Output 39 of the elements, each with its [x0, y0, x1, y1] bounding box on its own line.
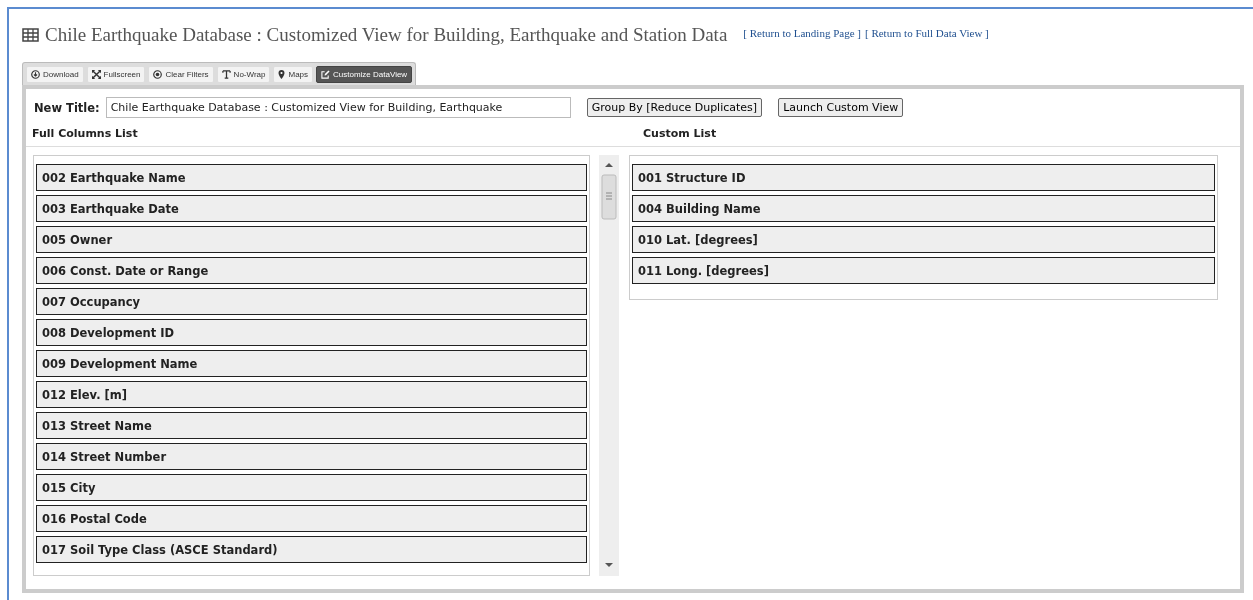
toolbar-tab[interactable]: Maps — [273, 66, 314, 83]
column-item[interactable]: 002 Earthquake Name — [36, 164, 587, 191]
download-icon — [31, 70, 40, 79]
fullscreen-icon — [91, 70, 101, 79]
toolbar-tab[interactable]: Customize DataView — [316, 66, 413, 83]
toolbar-tab[interactable]: Clear Filters — [148, 66, 214, 83]
table-icon — [22, 28, 39, 42]
text-cursor-icon — [221, 70, 231, 79]
nav-link[interactable]: [ Return to Landing Page ] — [743, 27, 861, 39]
toolbar-tab[interactable]: No-Wrap — [216, 66, 271, 83]
toolbar-tab[interactable]: Download — [26, 66, 84, 83]
column-item[interactable]: 005 Owner — [36, 226, 587, 253]
column-item[interactable]: 006 Const. Date or Range — [36, 257, 587, 284]
column-item[interactable]: 013 Street Name — [36, 412, 587, 439]
column-item[interactable]: 016 Postal Code — [36, 505, 587, 532]
column-item[interactable]: 007 Occupancy — [36, 288, 587, 315]
column-item[interactable]: 008 Development ID — [36, 319, 587, 346]
column-item[interactable]: 009 Development Name — [36, 350, 587, 377]
column-item[interactable]: 014 Street Number — [36, 443, 587, 470]
nav-link[interactable]: [ Return to Full Data View ] — [864, 27, 989, 39]
title-input[interactable]: Chile Earthquake Database : Customized View for Building, Earthquake — [105, 97, 571, 118]
edit-icon — [321, 70, 331, 79]
list-heading: Full Columns List — [32, 127, 139, 140]
page-title: Chile Earthquake Database : Customized View for Building, Earthquake and Station Data — [45, 24, 728, 46]
field-label: New Title: — [34, 100, 100, 115]
action-button[interactable]: Group By [Reduce Duplicates] — [586, 98, 763, 117]
column-item[interactable]: 004 Building Name — [632, 195, 1215, 222]
column-item[interactable]: 003 Earthquake Date — [36, 195, 587, 222]
column-item[interactable]: 010 Lat. [degrees] — [632, 226, 1215, 253]
column-item[interactable]: 012 Elev. [m] — [36, 381, 587, 408]
map-pin-icon — [278, 70, 286, 79]
column-item[interactable]: 011 Long. [degrees] — [632, 257, 1215, 284]
column-item[interactable]: 015 City — [36, 474, 587, 501]
action-button[interactable]: Launch Custom View — [778, 98, 904, 117]
toolbar-tab[interactable]: Fullscreen — [86, 66, 146, 83]
list-heading: Custom List — [643, 127, 718, 140]
column-item[interactable]: 017 Soil Type Class (ASCE Standard) — [36, 536, 587, 563]
column-item[interactable]: 001 Structure ID — [632, 164, 1215, 191]
circle-icon — [153, 70, 163, 79]
